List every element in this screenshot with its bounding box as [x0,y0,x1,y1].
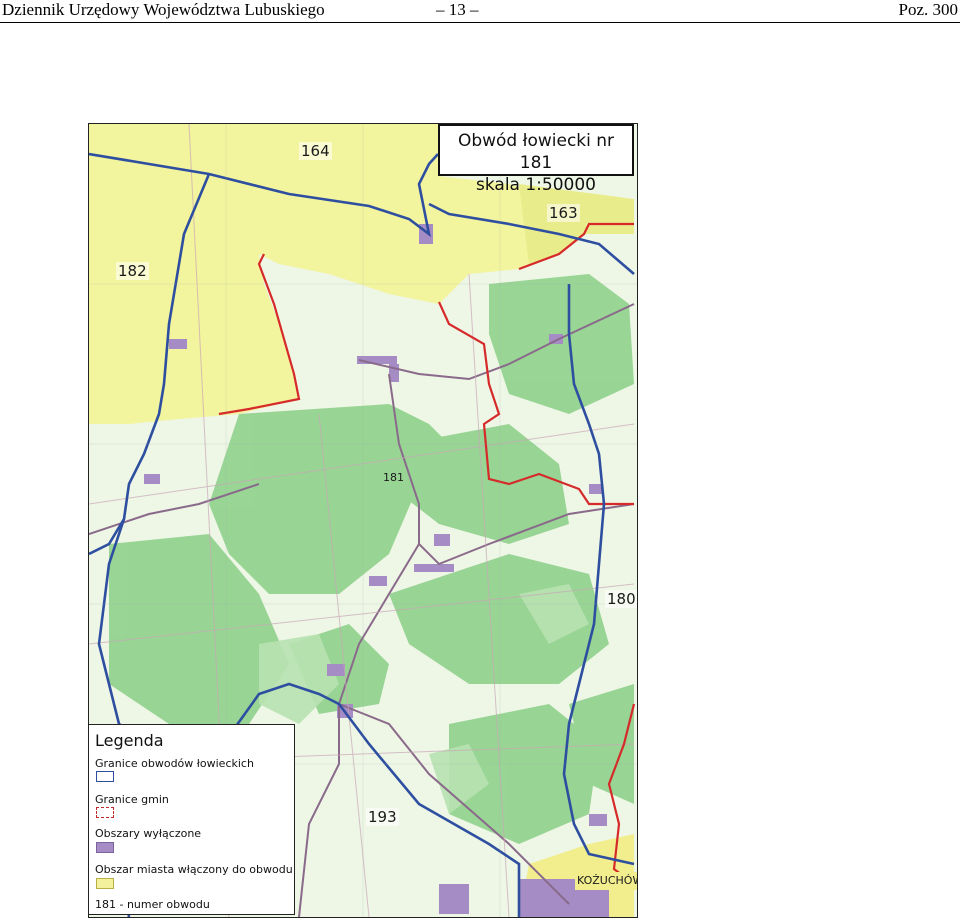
district-label-164: 164 [299,142,332,160]
legend-blue-swatch [96,771,114,782]
page-number: – 13 – [436,0,479,19]
legend-title: Legenda [95,731,164,750]
position-number: Poz. 300 [898,0,959,19]
legend-hunting-boundaries-label: Granice obwodów łowieckich [95,757,254,770]
map-title-box: Obwód łowiecki nr 181 skala 1:50000 [438,124,634,195]
map-legend: Legenda Granice obwodów łowieckich Grani… [88,724,295,915]
journal-title: Dziennik Urzędowy Województwa Lubuskiego [2,0,325,19]
map-title: Obwód łowiecki nr 181 [457,131,615,173]
district-label-181: 181 [383,471,404,484]
map-scale: skala 1:50000 [476,175,596,195]
legend-yellow-swatch [96,878,114,889]
legend-red-dashed-swatch [96,807,114,818]
legend-excluded-areas-label: Obszary wyłączone [95,827,202,840]
district-label-163: 163 [547,204,580,222]
district-label-180: 180 [605,590,637,608]
legend-footnote: 181 - numer obwodu [95,898,210,911]
page-header: Dziennik Urzędowy Województwa Lubuskiego… [0,0,960,23]
legend-town-included-label: Obszar miasta włączony do obwodu [95,863,293,876]
district-label-193: 193 [366,808,399,826]
town-label: KOŻUCHÓW [575,872,637,890]
legend-commune-boundaries-label: Granice gmin [95,793,169,806]
district-label-182: 182 [116,262,149,280]
legend-purple-swatch [96,842,114,853]
